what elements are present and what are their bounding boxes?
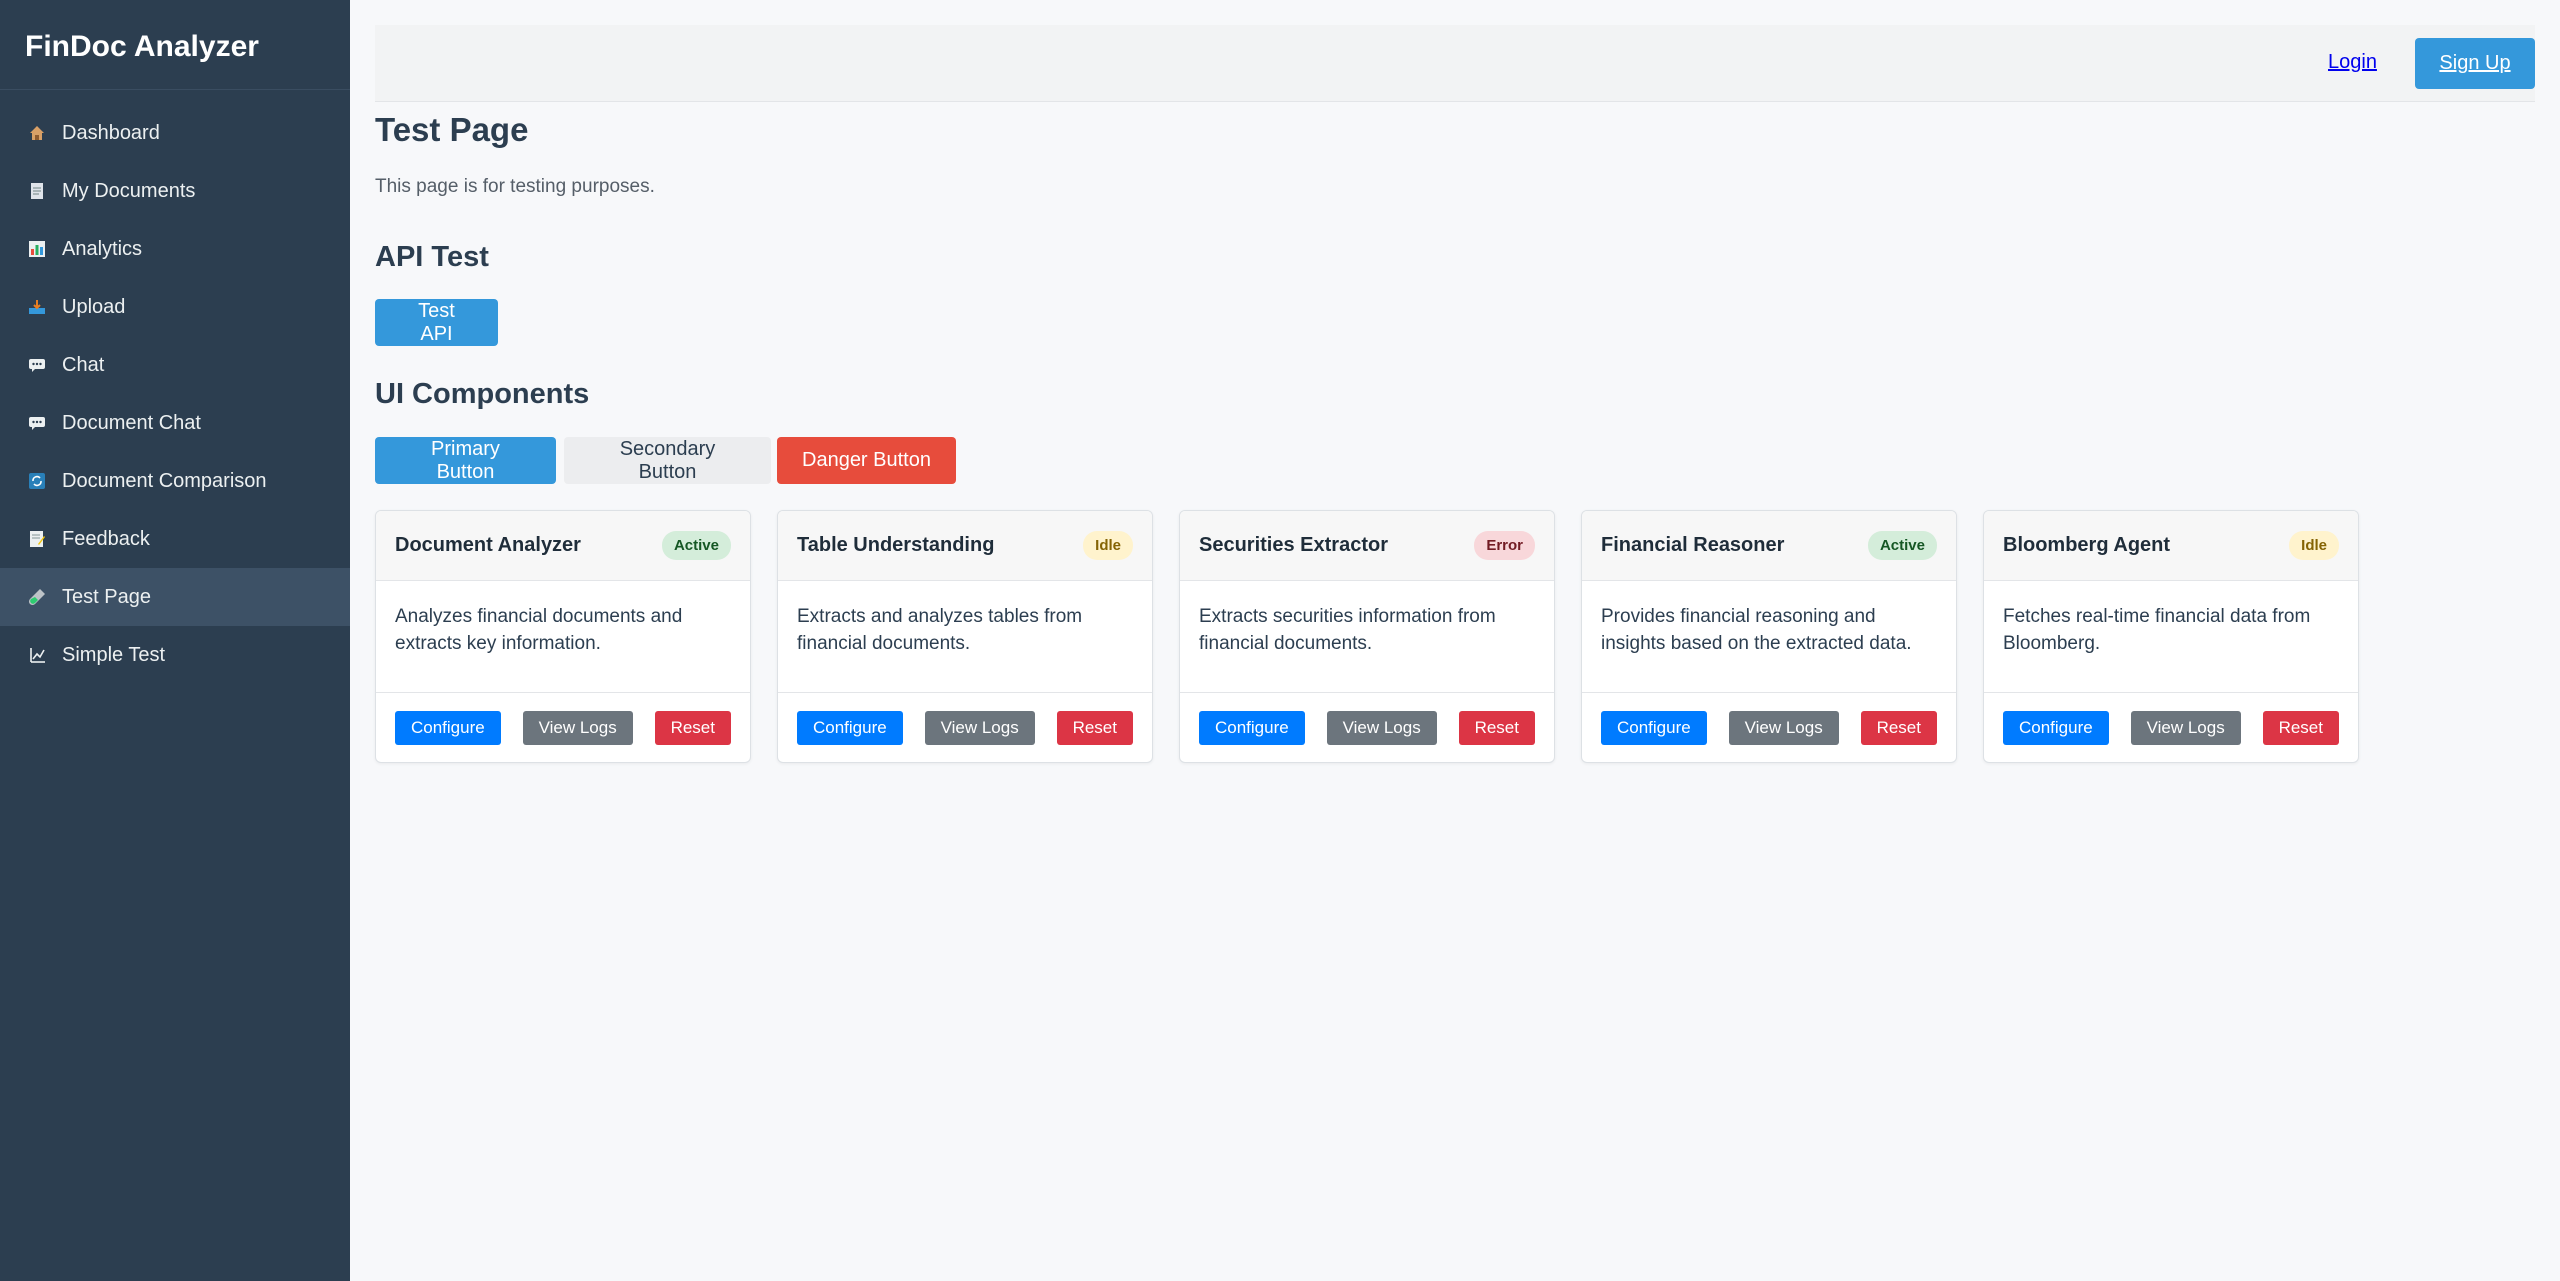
primary-button[interactable]: Primary Button	[375, 437, 556, 484]
agent-cards: Document Analyzer Active Analyzes financ…	[375, 510, 2359, 763]
sidebar-item-label: Test Page	[62, 586, 151, 608]
memo-icon	[28, 530, 46, 548]
sidebar-item-feedback[interactable]: Feedback	[0, 510, 350, 568]
card-footer: Configure View Logs Reset	[1582, 693, 1956, 762]
sidebar-item-label: My Documents	[62, 180, 196, 202]
sidebar-item-label: Dashboard	[62, 122, 160, 144]
sidebar-item-my-documents[interactable]: My Documents	[0, 162, 350, 220]
card-footer: Configure View Logs Reset	[1180, 693, 1554, 762]
inbox-tray-icon	[28, 298, 46, 316]
configure-button[interactable]: Configure	[2003, 711, 2109, 745]
page-title: Test Page	[375, 111, 529, 148]
card-description: Extracts and analyzes tables from financ…	[778, 581, 1152, 693]
configure-button[interactable]: Configure	[797, 711, 903, 745]
sidebar-item-document-chat[interactable]: Document Chat	[0, 394, 350, 452]
view-logs-button[interactable]: View Logs	[522, 711, 633, 745]
speech-bubble-icon	[28, 414, 46, 432]
sidebar-item-dashboard[interactable]: Dashboard	[0, 104, 350, 162]
card-title: Document Analyzer	[395, 534, 581, 556]
login-link[interactable]: Login	[2328, 51, 2377, 74]
status-badge: Idle	[2289, 531, 2339, 560]
chart-increasing-icon	[28, 646, 46, 664]
card-description: Extracts securities information from fin…	[1180, 581, 1554, 693]
configure-button[interactable]: Configure	[1601, 711, 1707, 745]
sidebar-item-label: Simple Test	[62, 644, 166, 666]
sidebar-nav: Dashboard My Documents Analytics Upload …	[0, 90, 350, 684]
danger-button[interactable]: Danger Button	[777, 437, 956, 484]
card-title: Securities Extractor	[1199, 534, 1388, 556]
status-badge: Error	[1474, 531, 1535, 560]
document-icon	[28, 182, 46, 200]
sidebar-item-label: Upload	[62, 296, 126, 318]
test-api-button[interactable]: Test API	[375, 299, 498, 346]
card-header: Securities Extractor Error	[1180, 511, 1554, 581]
card-title: Bloomberg Agent	[2003, 534, 2171, 556]
card-title: Financial Reasoner	[1601, 534, 1785, 556]
card-header: Document Analyzer Active	[376, 511, 750, 581]
card-header: Table Understanding Idle	[778, 511, 1152, 581]
house-icon	[28, 124, 46, 142]
view-logs-button[interactable]: View Logs	[2130, 711, 2241, 745]
card-footer: Configure View Logs Reset	[1984, 693, 2358, 762]
card-description: Fetches real-time financial data from Bl…	[1984, 581, 2358, 693]
sidebar-item-test-page[interactable]: Test Page	[0, 568, 350, 626]
agent-card: Financial Reasoner Active Provides finan…	[1581, 510, 1957, 763]
card-footer: Configure View Logs Reset	[778, 693, 1152, 762]
top-bar: Login Sign Up	[375, 25, 2535, 102]
view-logs-button[interactable]: View Logs	[1728, 711, 1839, 745]
agent-card: Document Analyzer Active Analyzes financ…	[375, 510, 751, 763]
reset-button[interactable]: Reset	[1458, 711, 1535, 745]
bar-chart-icon	[28, 240, 46, 258]
sidebar-item-chat[interactable]: Chat	[0, 336, 350, 394]
sidebar-item-label: Analytics	[62, 238, 143, 260]
card-title: Table Understanding	[797, 534, 995, 556]
card-description: Provides financial reasoning and insight…	[1582, 581, 1956, 693]
sign-up-button[interactable]: Sign Up	[2415, 38, 2535, 89]
card-description: Analyzes financial documents and extract…	[376, 581, 750, 693]
sidebar-item-label: Document Comparison	[62, 470, 267, 492]
agent-card: Securities Extractor Error Extracts secu…	[1179, 510, 1555, 763]
ui-components-heading: UI Components	[375, 378, 590, 410]
speech-bubble-icon	[28, 356, 46, 374]
status-badge: Idle	[1083, 531, 1133, 560]
reset-button[interactable]: Reset	[2262, 711, 2339, 745]
card-header: Bloomberg Agent Idle	[1984, 511, 2358, 581]
card-footer: Configure View Logs Reset	[376, 693, 750, 762]
api-test-heading: API Test	[375, 241, 489, 273]
card-header: Financial Reasoner Active	[1582, 511, 1956, 581]
app-brand[interactable]: FinDoc Analyzer	[0, 0, 350, 90]
sidebar-item-label: Feedback	[62, 528, 150, 550]
page-description: This page is for testing purposes.	[375, 176, 655, 197]
reset-button[interactable]: Reset	[1056, 711, 1133, 745]
view-logs-button[interactable]: View Logs	[1326, 711, 1437, 745]
agent-card: Bloomberg Agent Idle Fetches real-time f…	[1983, 510, 2359, 763]
sidebar-item-upload[interactable]: Upload	[0, 278, 350, 336]
status-badge: Active	[661, 531, 731, 560]
view-logs-button[interactable]: View Logs	[924, 711, 1035, 745]
secondary-button[interactable]: Secondary Button	[564, 437, 771, 484]
reset-button[interactable]: Reset	[654, 711, 731, 745]
main-area: Login Sign Up Test Page This page is for…	[350, 0, 2560, 1281]
test-tube-icon	[28, 588, 46, 606]
status-badge: Active	[1867, 531, 1937, 560]
sidebar-item-label: Document Chat	[62, 412, 201, 434]
configure-button[interactable]: Configure	[395, 711, 501, 745]
configure-button[interactable]: Configure	[1199, 711, 1305, 745]
refresh-icon	[28, 472, 46, 490]
reset-button[interactable]: Reset	[1860, 711, 1937, 745]
sidebar-item-analytics[interactable]: Analytics	[0, 220, 350, 278]
agent-card: Table Understanding Idle Extracts and an…	[777, 510, 1153, 763]
test-page-content: Test Page This page is for testing purpo…	[375, 108, 2535, 763]
sidebar-item-simple-test[interactable]: Simple Test	[0, 626, 350, 684]
sidebar-item-label: Chat	[62, 354, 105, 376]
sidebar-item-document-comparison[interactable]: Document Comparison	[0, 452, 350, 510]
sidebar: FinDoc Analyzer Dashboard My Documents A…	[0, 0, 350, 1281]
